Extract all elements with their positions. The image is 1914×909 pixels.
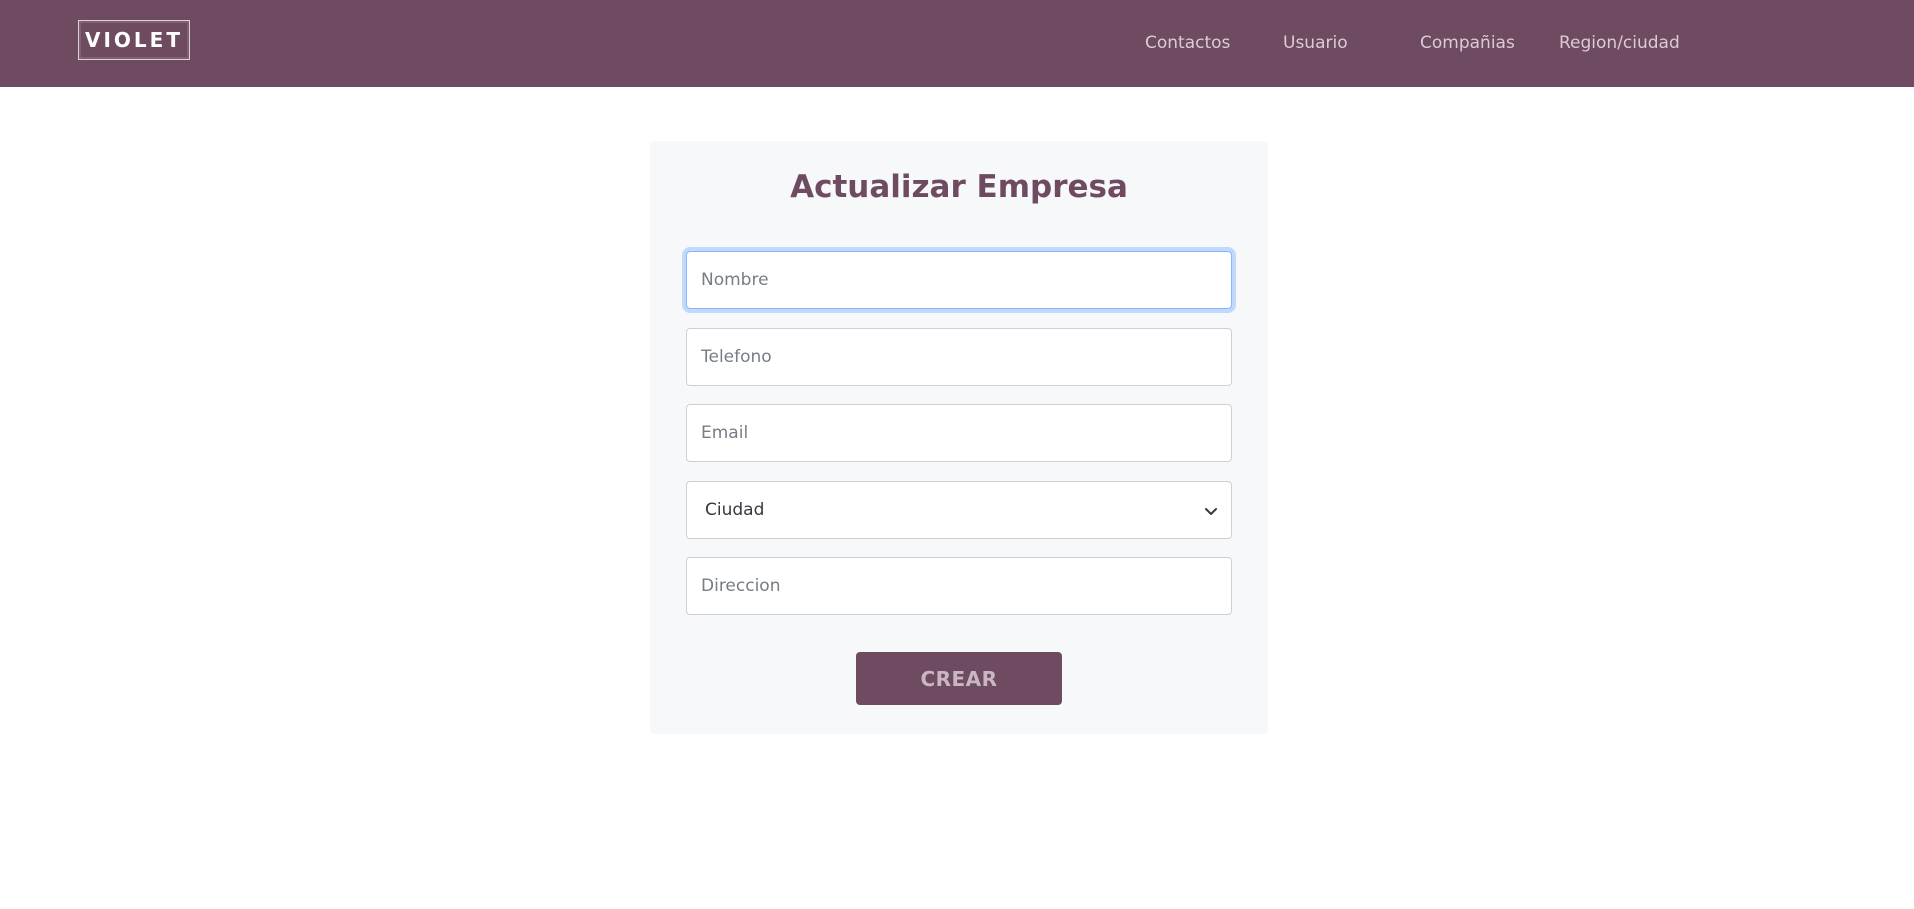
violet-logo[interactable]: VIOLET — [78, 20, 190, 60]
nav-link-contactos[interactable]: Contactos — [1145, 31, 1230, 55]
chevron-down-icon — [1205, 508, 1217, 515]
navbar: VIOLET Contactos Usuario Compañias Regio… — [0, 0, 1914, 87]
logo-text: VIOLET — [85, 28, 183, 52]
telefono-input[interactable] — [686, 328, 1232, 386]
form-title: Actualizar Empresa — [790, 169, 1128, 205]
direccion-input[interactable] — [686, 557, 1232, 615]
crear-button[interactable]: CREAR — [856, 652, 1062, 705]
nombre-input[interactable] — [686, 251, 1232, 309]
nav-link-companias[interactable]: Compañias — [1420, 31, 1515, 55]
nav-link-usuario[interactable]: Usuario — [1283, 31, 1348, 55]
nav-link-region-ciudad[interactable]: Region/ciudad — [1559, 31, 1680, 55]
ciudad-select[interactable]: Ciudad — [686, 481, 1232, 539]
email-input[interactable] — [686, 404, 1232, 462]
update-company-form-card: Actualizar Empresa Ciudad CREAR — [650, 141, 1268, 734]
ciudad-select-value: Ciudad — [705, 500, 765, 520]
